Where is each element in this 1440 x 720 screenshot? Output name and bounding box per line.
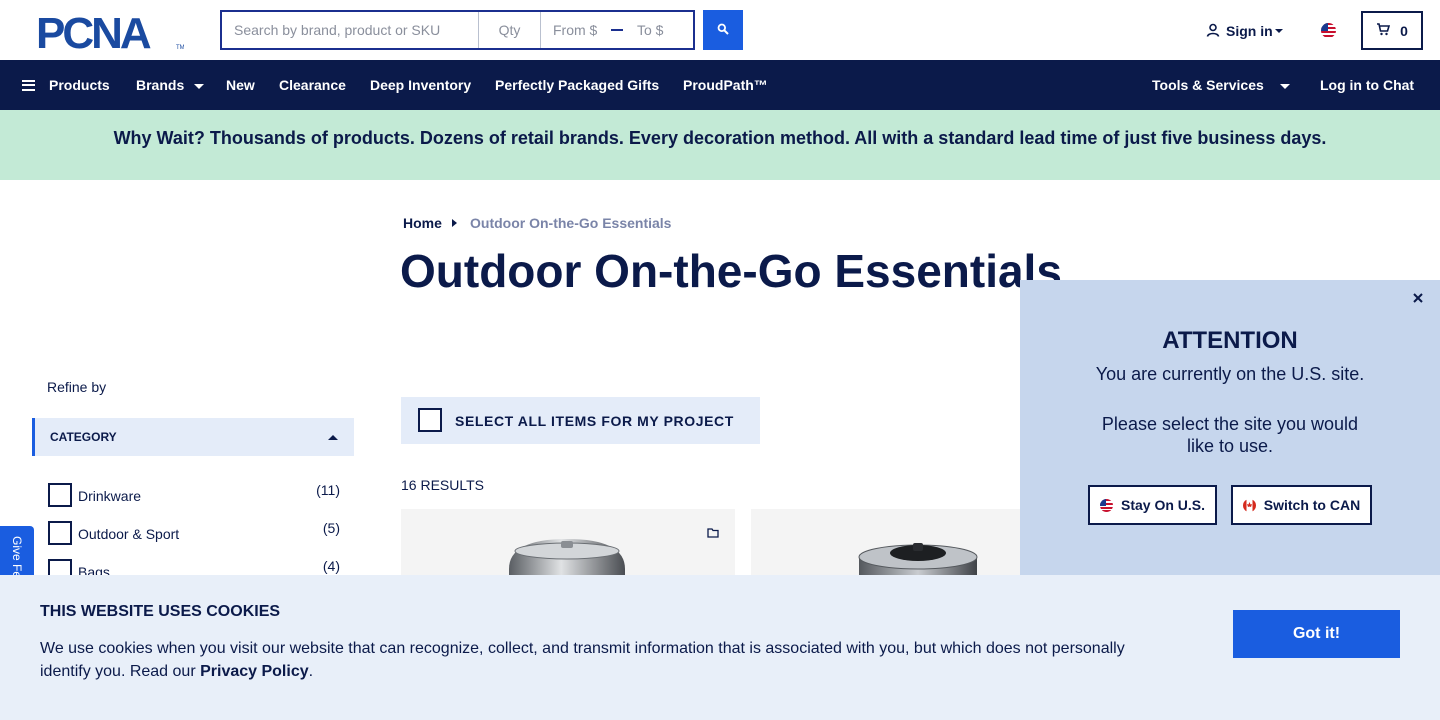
nav-products-label: Products xyxy=(49,77,110,93)
svg-text:TM: TM xyxy=(176,45,184,50)
category-label[interactable]: Outdoor & Sport xyxy=(78,526,179,542)
close-icon[interactable] xyxy=(1410,290,1426,306)
popup-title: ATTENTION xyxy=(1162,327,1298,354)
page-title: Outdoor On-the-Go Essentials xyxy=(400,245,1062,297)
search-bar xyxy=(220,10,695,50)
promo-banner-text: Why Wait? Thousands of products. Dozens … xyxy=(113,127,1327,148)
cookie-banner: THIS WEBSITE USES COOKIES We use cookies… xyxy=(0,575,1440,720)
price-from-input[interactable] xyxy=(541,12,607,48)
nav-brands-label: Brands xyxy=(136,77,185,93)
us-flag-icon[interactable] xyxy=(1321,23,1336,38)
category-filter-header[interactable]: CATEGORY xyxy=(32,418,354,456)
category-count: (5) xyxy=(322,520,340,536)
breadcrumb-separator-icon xyxy=(452,219,457,227)
page: PCNA TM Sign in xyxy=(0,0,1440,720)
top-header: PCNA TM Sign in xyxy=(0,0,1440,60)
add-to-project-folder-icon[interactable] xyxy=(707,525,719,543)
chevron-down-icon xyxy=(1279,83,1290,89)
sign-in-menu[interactable]: Sign in xyxy=(1206,22,1283,40)
nav-proudpath[interactable]: ProudPath™ xyxy=(683,60,768,110)
price-range-dash xyxy=(607,12,627,48)
cart-icon xyxy=(1376,22,1391,39)
pcna-logo[interactable]: PCNA TM xyxy=(36,9,185,58)
category-item-drinkware: Drinkware (11) xyxy=(48,482,340,507)
search-input[interactable] xyxy=(222,12,479,48)
nav-tools-services[interactable]: Tools & Services xyxy=(1152,60,1290,110)
site-selection-popup: ATTENTION You are currently on the U.S. … xyxy=(1020,280,1440,580)
category-label[interactable]: Drinkware xyxy=(78,488,141,504)
stay-on-us-button[interactable]: Stay On U.S. xyxy=(1088,485,1217,525)
nav-perfectly-packaged-gifts[interactable]: Perfectly Packaged Gifts xyxy=(495,60,659,110)
category-item-outdoor-sport: Outdoor & Sport (5) xyxy=(48,520,340,545)
cart-count: 0 xyxy=(1400,22,1408,39)
category-count: (4) xyxy=(322,558,340,574)
switch-to-can-label: Switch to CAN xyxy=(1263,497,1361,513)
stay-on-us-label: Stay On U.S. xyxy=(1120,497,1206,513)
us-flag-icon xyxy=(1099,498,1113,512)
category-header-label: CATEGORY xyxy=(50,430,117,444)
select-all-checkbox[interactable] xyxy=(418,408,442,432)
search-icon xyxy=(717,23,729,38)
nav-tools-label: Tools & Services xyxy=(1152,77,1264,93)
category-count: (11) xyxy=(316,482,340,498)
user-icon xyxy=(1206,23,1220,40)
nav-new[interactable]: New xyxy=(226,60,255,110)
chevron-down-icon xyxy=(194,83,205,89)
search-button[interactable] xyxy=(703,10,743,50)
nav-clearance[interactable]: Clearance xyxy=(279,60,346,110)
cart-button[interactable]: 0 xyxy=(1361,11,1423,50)
svg-text:PCNA: PCNA xyxy=(36,12,151,50)
nav-products[interactable]: Products xyxy=(22,60,110,110)
got-it-button[interactable]: Got it! xyxy=(1233,610,1400,658)
cookie-suffix: . xyxy=(308,663,314,680)
chevron-up-icon xyxy=(328,435,338,440)
results-count: 16 RESULTS xyxy=(401,477,484,493)
sign-in-label: Sign in xyxy=(1226,23,1273,39)
canada-flag-icon xyxy=(1242,498,1256,512)
main-nav: Products Brands New Clearance Deep Inven… xyxy=(0,60,1440,110)
breadcrumb-home[interactable]: Home xyxy=(403,215,442,231)
select-all-items-button[interactable]: SELECT ALL ITEMS FOR MY PROJECT xyxy=(401,397,760,444)
switch-to-can-button[interactable]: Switch to CAN xyxy=(1231,485,1372,525)
breadcrumb-current: Outdoor On-the-Go Essentials xyxy=(470,215,672,231)
cookie-text: We use cookies when you visit our websit… xyxy=(40,637,1150,683)
promo-banner: Why Wait? Thousands of products. Dozens … xyxy=(0,110,1440,180)
category-checkbox[interactable] xyxy=(48,483,72,507)
category-checkbox[interactable] xyxy=(48,521,72,545)
qty-input[interactable] xyxy=(479,12,541,48)
nav-deep-inventory[interactable]: Deep Inventory xyxy=(370,60,471,110)
refine-by-label: Refine by xyxy=(47,379,107,395)
chevron-down-icon xyxy=(1274,29,1283,33)
cookie-title: THIS WEBSITE USES COOKIES xyxy=(40,603,281,620)
popup-current-site-text: You are currently on the U.S. site. xyxy=(1095,364,1365,384)
menu-icon xyxy=(22,79,35,91)
price-to-input[interactable] xyxy=(627,12,687,48)
nav-brands[interactable]: Brands xyxy=(136,60,205,110)
popup-select-site-text: Please select the site you would like to… xyxy=(1101,414,1359,456)
select-all-label: SELECT ALL ITEMS FOR MY PROJECT xyxy=(455,413,734,429)
privacy-policy-link[interactable]: Privacy Policy xyxy=(200,663,309,680)
nav-log-in-to-chat[interactable]: Log in to Chat xyxy=(1320,60,1414,110)
